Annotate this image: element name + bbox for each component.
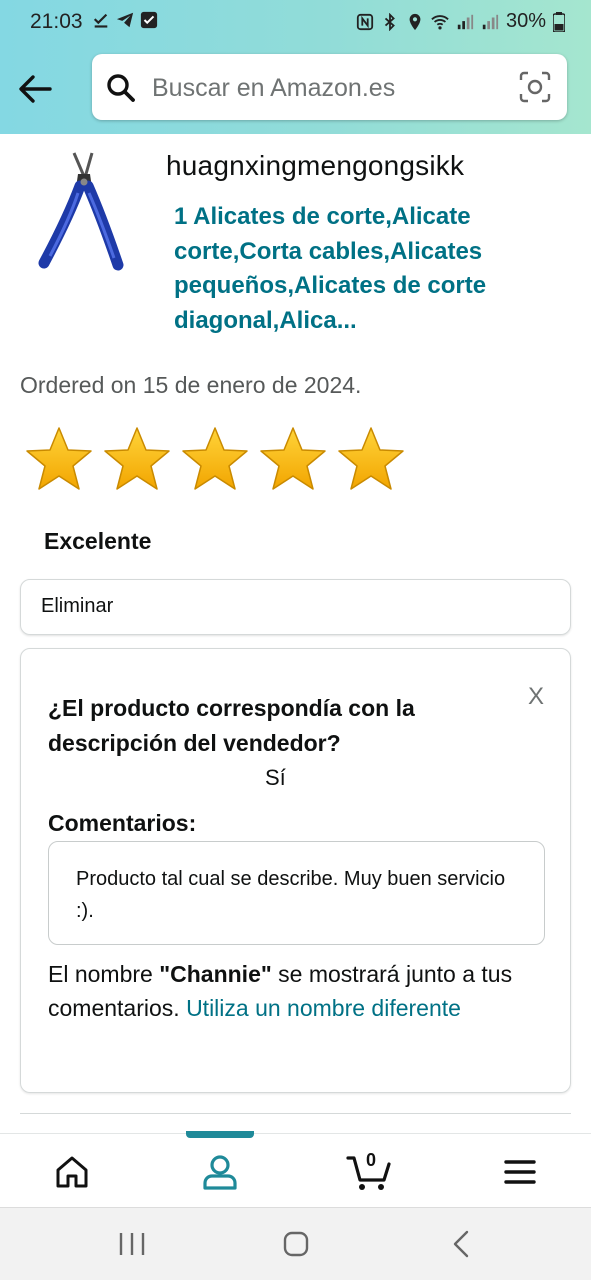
back-nav-icon[interactable] — [446, 1228, 478, 1260]
status-time: 21:03 — [30, 10, 83, 33]
home-button-icon[interactable] — [280, 1228, 312, 1260]
comments-label: Comentarios: — [48, 810, 197, 836]
product-title-link[interactable]: 1 Alicates de corte,Alicate corte,Corta … — [174, 200, 574, 338]
display-name-note: El nombre "Channie" se mostrará junto a … — [48, 957, 538, 1025]
app-header: 21:03 30% Buscar en Amazon.es — [0, 0, 591, 134]
status-bar: 21:03 30% — [0, 0, 591, 44]
account-icon[interactable] — [200, 1152, 240, 1192]
name-note-prefix: El nombre — [48, 961, 160, 987]
star-icon[interactable] — [24, 425, 94, 493]
nfc-icon — [356, 13, 374, 30]
camera-scan-icon[interactable] — [519, 71, 551, 103]
system-nav-bar — [0, 1207, 591, 1280]
telegram-icon — [116, 12, 134, 28]
status-left-icons — [92, 11, 158, 29]
search-input[interactable]: Buscar en Amazon.es — [152, 74, 395, 103]
bottom-nav: 0 — [0, 1131, 591, 1207]
wifi-icon — [431, 14, 449, 29]
star-icon[interactable] — [258, 425, 328, 493]
display-name: "Channie" — [159, 961, 272, 987]
product-image[interactable] — [28, 148, 138, 273]
star-icon[interactable] — [180, 425, 250, 493]
signal-icon — [457, 14, 474, 29]
delete-button-label: Eliminar — [41, 595, 114, 617]
cart-button[interactable]: 0 — [346, 1150, 392, 1192]
star-icon[interactable] — [102, 425, 172, 493]
change-name-link[interactable]: Utiliza un nombre diferente — [186, 995, 461, 1021]
star-icon[interactable] — [336, 425, 406, 493]
bluetooth-icon — [384, 12, 395, 31]
recent-apps-icon[interactable] — [116, 1228, 148, 1260]
battery-percent: 30% — [505, 10, 546, 32]
cart-count: 0 — [366, 1150, 377, 1170]
close-icon[interactable]: X — [528, 683, 544, 711]
signal-2-icon — [482, 14, 499, 29]
product-brand: huagnxingmengongsikk — [166, 150, 465, 181]
rating-label: Excelente — [44, 528, 152, 554]
feedback-answer: Sí — [265, 765, 286, 790]
search-bar[interactable]: Buscar en Amazon.es — [92, 54, 567, 120]
arrow-left-icon[interactable] — [16, 70, 54, 108]
battery-icon — [553, 11, 565, 32]
search-icon — [107, 74, 135, 102]
comments-field[interactable]: Producto tal cual se describe. Muy buen … — [48, 841, 545, 945]
active-tab-indicator — [186, 1131, 254, 1138]
seller-feedback-card: X ¿El producto correspondía con la descr… — [20, 648, 571, 1093]
divider — [20, 1113, 571, 1114]
status-right-icons: 30% — [356, 10, 565, 33]
feedback-question: ¿El producto correspondía con la descrip… — [48, 695, 415, 756]
delete-button[interactable]: Eliminar — [20, 579, 571, 635]
menu-icon[interactable] — [500, 1152, 540, 1192]
home-icon[interactable] — [52, 1152, 92, 1192]
location-icon — [409, 13, 421, 30]
download-done-icon — [93, 13, 108, 28]
order-date: Ordered on 15 de enero de 2024. — [20, 372, 362, 398]
check-box-icon — [140, 11, 158, 29]
star-rating[interactable] — [24, 425, 406, 493]
